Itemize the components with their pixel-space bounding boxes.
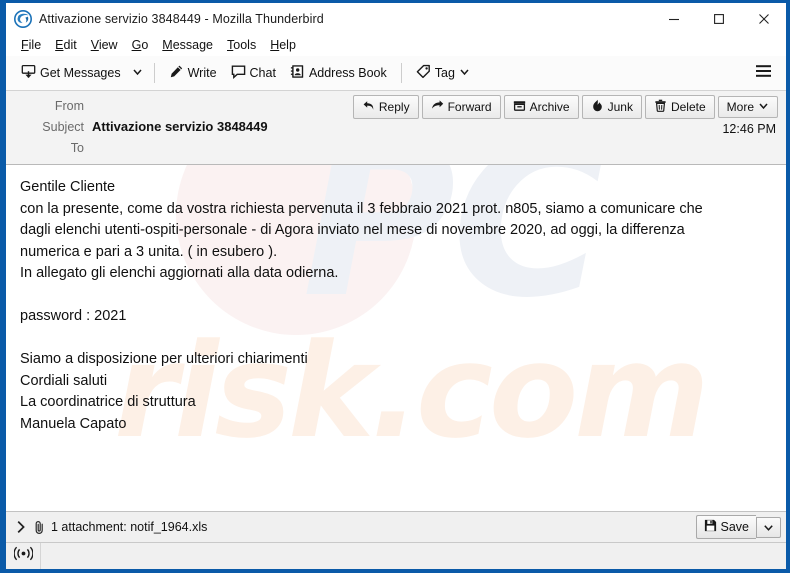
address-book-button[interactable]: Address Book [283,60,394,86]
junk-button[interactable]: Junk [581,95,642,119]
attachment-expand-twisty[interactable] [12,520,33,534]
more-button[interactable]: More [717,96,778,118]
minimize-button[interactable] [651,3,696,34]
archive-button[interactable]: Archive [503,95,579,119]
reply-button[interactable]: Reply [352,95,419,119]
forward-button[interactable]: Forward [421,95,501,119]
subject-value: Attivazione servizio 3848449 [92,119,268,134]
message-body-text: Gentile Cliente con la presente, come da… [20,179,703,432]
toolbar-separator-1 [153,63,155,83]
trash-icon [654,99,667,115]
get-messages-dropdown[interactable] [128,61,147,85]
junk-flame-icon [591,99,604,115]
menu-tools[interactable]: Tools [220,36,263,54]
chat-bubble-icon [231,64,246,82]
menu-edit[interactable]: Edit [48,36,84,54]
menu-bar: File Edit View Go Message Tools Help [6,34,786,56]
window-title: Attivazione servizio 3848449 - Mozilla T… [39,11,324,26]
menu-message[interactable]: Message [155,36,220,54]
pencil-icon [169,64,184,82]
online-status-button[interactable] [6,543,41,569]
forward-icon [431,99,444,115]
tag-label: Tag [434,66,455,80]
more-label: More [726,100,754,114]
app-menu-button[interactable] [747,60,780,87]
save-dropdown-button[interactable] [756,516,781,538]
toolbar-separator-2 [400,63,402,83]
thunderbird-window: Attivazione servizio 3848449 - Mozilla T… [0,0,790,573]
reply-icon [362,99,375,115]
maximize-button[interactable] [696,3,741,34]
junk-label: Junk [607,100,633,114]
to-row: To [6,137,786,158]
address-book-label: Address Book [308,66,387,80]
save-disk-icon [704,519,717,535]
archive-label: Archive [529,100,570,114]
message-date: 12:46 PM [722,122,776,136]
message-body: PC risk.com Gentile Cliente con la prese… [6,165,786,511]
save-attachment-button[interactable]: Save [695,515,756,539]
get-messages-button[interactable]: Get Messages [14,60,128,86]
tag-button[interactable]: Tag [409,60,477,86]
chevron-down-icon [758,100,769,114]
to-label: To [70,140,84,155]
status-bar [6,542,786,569]
menu-file[interactable]: File [14,36,48,54]
broadcast-icon [12,546,34,566]
thunderbird-icon [14,9,32,28]
chat-label: Chat [249,66,276,80]
title-bar: Attivazione servizio 3848449 - Mozilla T… [6,3,786,34]
archive-icon [513,99,526,115]
message-action-buttons: Reply Forward Archive Junk Delete More [352,95,778,119]
menu-view[interactable]: View [84,36,125,54]
tag-icon [416,64,431,82]
main-toolbar: Get Messages Write Chat Address Book Tag [6,56,786,91]
subject-label: Subject [42,119,84,134]
attachment-label[interactable]: 1 attachment: notif_1964.xls [51,520,207,534]
forward-label: Forward [447,100,492,114]
address-book-icon [290,64,305,82]
reply-label: Reply [378,100,410,114]
chat-button[interactable]: Chat [224,60,283,86]
delete-button[interactable]: Delete [644,95,715,119]
attachment-bar: 1 attachment: notif_1964.xls Save [6,511,786,542]
menu-help[interactable]: Help [263,36,303,54]
write-button[interactable]: Write [162,60,224,86]
close-button[interactable] [741,3,786,34]
subject-row: Subject Attivazione servizio 3848449 [6,116,786,137]
paperclip-icon [33,520,46,535]
get-messages-label: Get Messages [40,66,121,80]
delete-label: Delete [670,100,706,114]
write-label: Write [187,66,217,80]
tag-chevron-down-icon [459,66,470,80]
get-messages-icon [21,64,36,82]
message-header: Reply Forward Archive Junk Delete More 1… [6,91,786,165]
menu-go[interactable]: Go [125,36,156,54]
window-controls [651,3,786,34]
save-label: Save [720,520,750,534]
from-label: From [54,98,84,113]
